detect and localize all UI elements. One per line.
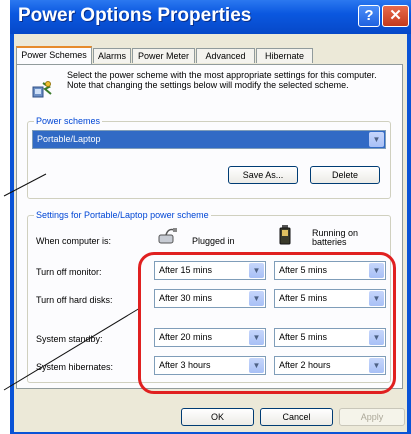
tab-power-schemes[interactable]: Power Schemes	[16, 46, 92, 64]
pointer-line-settings	[3, 307, 141, 391]
highlight-annotation	[138, 252, 396, 394]
pointer-line-scheme	[3, 173, 47, 197]
